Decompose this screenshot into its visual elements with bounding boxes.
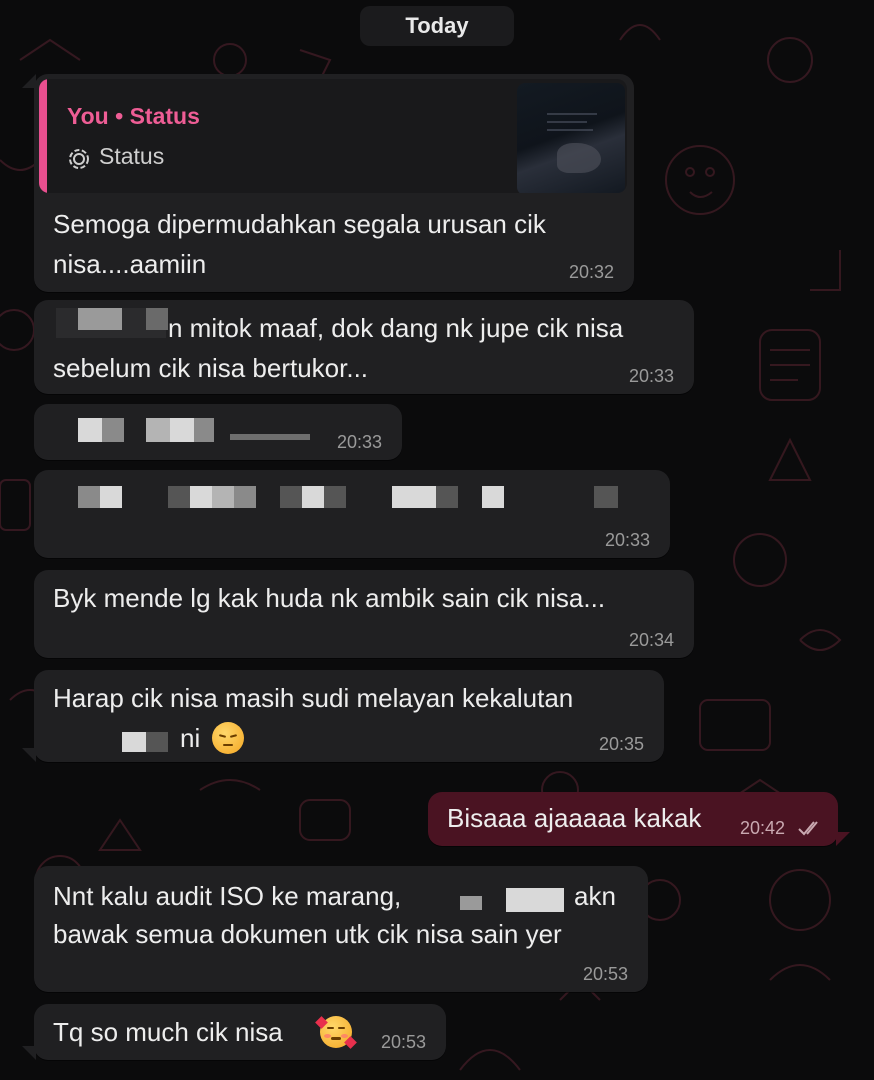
message-bubble[interactable]: 20:33 (34, 470, 670, 558)
message-text: Harap cik nisa masih sudi melayan kekalu… (53, 683, 574, 713)
message-text: Semoga dipermudahkan segala urusan cik (53, 209, 546, 239)
message-bubble[interactable]: Tq so much cik nisa 20:53 (22, 1004, 446, 1060)
message-text: bawak semua dokumen utk cik nisa sain ye… (53, 919, 562, 949)
quote-type-label: Status (99, 143, 165, 169)
message-text: n mitok maaf, dok dang nk jupe cik nisa (168, 313, 624, 343)
message-bubble-outgoing[interactable]: Bisaaa ajaaaaa kakak 20:42 (428, 792, 850, 846)
message-time: 20:35 (598, 734, 644, 754)
redaction-block (170, 418, 194, 442)
message-time: 20:34 (628, 630, 674, 650)
quoted-status-preview[interactable]: You • Status Status (39, 79, 627, 193)
message-time: 20:53 (380, 1032, 426, 1052)
message-text: Tq so much cik nisa (53, 1017, 283, 1047)
status-thumbnail (517, 83, 625, 193)
bubble-tail (22, 1046, 36, 1060)
redaction-block (234, 486, 256, 508)
redaction-block (594, 486, 618, 508)
message-text: Byk mende lg kak huda nk ambik sain cik … (53, 583, 606, 613)
message-time: 20:53 (582, 964, 628, 984)
redaction-block (482, 486, 504, 508)
message-text: nisa....aamiin (53, 249, 207, 279)
redaction-block (168, 486, 190, 508)
message-time: 20:33 (604, 530, 650, 550)
redaction-block (194, 418, 214, 442)
message-bubble[interactable]: Harap cik nisa masih sudi melayan kekalu… (22, 670, 664, 762)
redaction-block (102, 418, 124, 442)
redaction-block (302, 486, 324, 508)
quote-sender: You • Status (67, 103, 200, 129)
redaction-block (190, 486, 212, 508)
message-text: Bisaaa ajaaaaa kakak (447, 803, 702, 833)
message-time: 20:33 (336, 432, 382, 452)
bubble-tail (22, 74, 36, 88)
date-separator: Today (360, 6, 514, 46)
message-text: ni (180, 723, 201, 753)
redaction-block (506, 888, 564, 912)
message-time: 20:32 (568, 262, 614, 282)
redaction-block (324, 486, 346, 508)
message-text: Nnt kalu audit ISO ke marang, (53, 881, 402, 911)
redaction-block (78, 418, 102, 442)
redaction-block (212, 486, 234, 508)
message-text: sebelum cik nisa bertukor... (53, 353, 369, 383)
message-bubble[interactable]: You • Status Status Semoga dipermudahkan… (22, 74, 634, 292)
bubble-tail (836, 832, 850, 846)
redaction-block (122, 732, 146, 752)
message-bubble[interactable]: Nnt kalu audit ISO ke marang, akn bawak … (34, 866, 648, 992)
redaction-block (78, 486, 100, 508)
message-text: akn (574, 881, 616, 911)
redaction-block (146, 308, 168, 330)
quote-accent-bar (39, 79, 47, 193)
message-time: 20:33 (628, 366, 674, 386)
message-time: 20:42 (740, 818, 786, 838)
message-bubble[interactable]: n mitok maaf, dok dang nk jupe cik nisa … (34, 300, 694, 394)
redaction-block (460, 896, 482, 910)
redaction-block (280, 486, 302, 508)
redaction-block (436, 486, 458, 508)
message-bubble[interactable]: Byk mende lg kak huda nk ambik sain cik … (34, 570, 694, 658)
redaction-block (78, 308, 122, 330)
status-ring-icon (69, 149, 89, 169)
double-check-read-icon (798, 821, 818, 836)
redaction-block (146, 418, 170, 442)
redaction-block (392, 486, 436, 508)
smiling-face-with-hearts-emoji (315, 1016, 357, 1049)
bubble-tail (22, 748, 36, 762)
message-bubble[interactable]: 20:33 (34, 404, 402, 460)
redaction-block (100, 486, 122, 508)
redaction-block (230, 434, 310, 440)
pensive-face-emoji (212, 722, 244, 754)
redaction-block (146, 732, 168, 752)
